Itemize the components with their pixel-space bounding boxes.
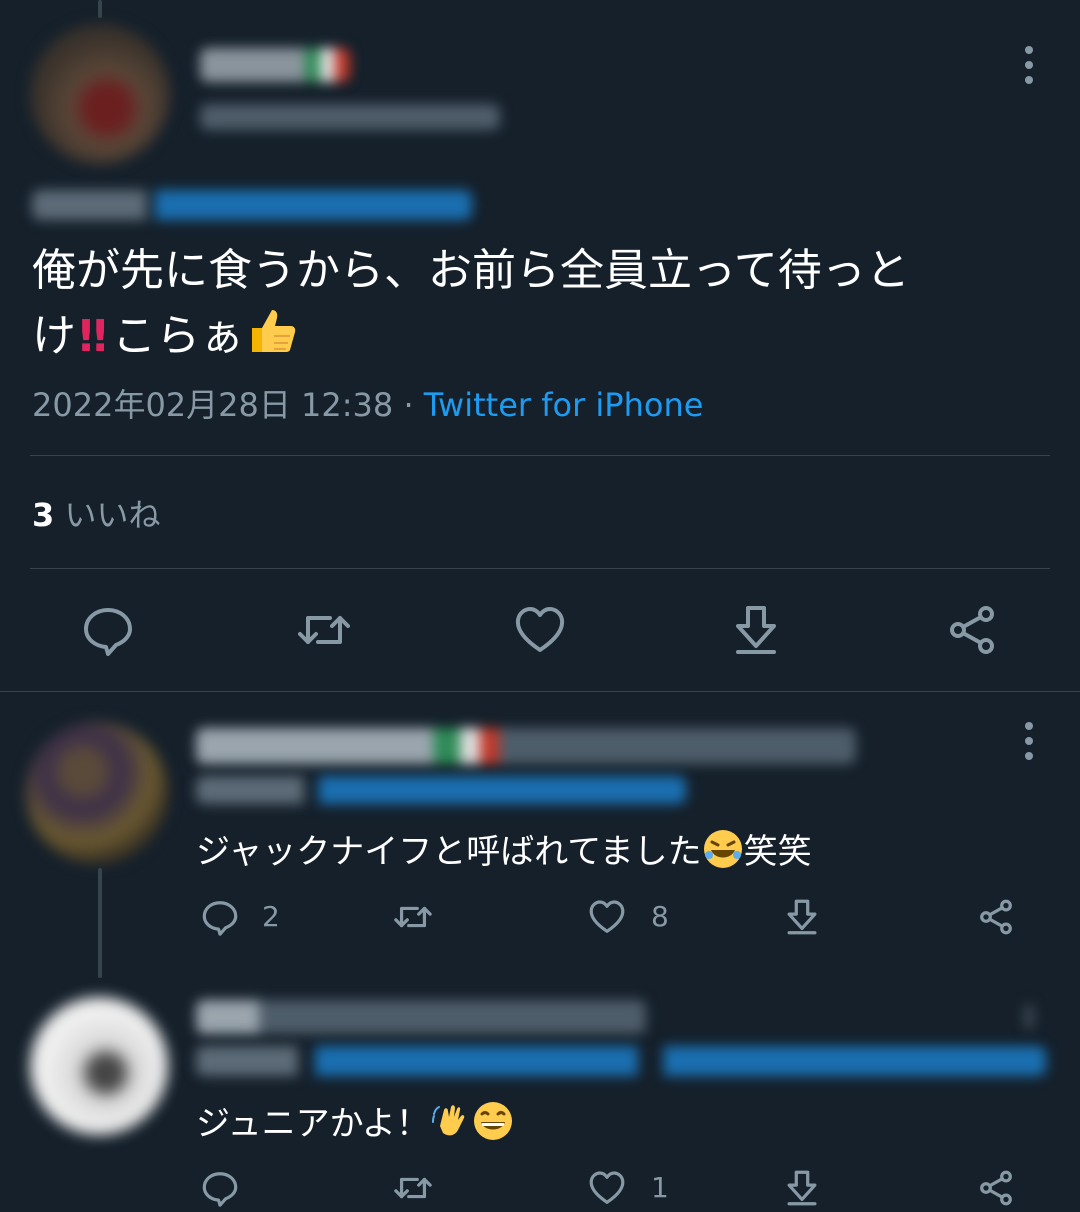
like-count: 8 bbox=[651, 900, 669, 933]
share-download-icon bbox=[787, 899, 817, 935]
tweet-timestamp: 2022年02月28日 12:38 bbox=[32, 386, 394, 424]
retweet-button[interactable] bbox=[392, 1168, 434, 1208]
likes-count: 3 bbox=[32, 496, 55, 534]
reply-text: ジュニアかよ！ bbox=[196, 1096, 514, 1151]
bookmark-download-button[interactable] bbox=[728, 602, 784, 658]
author-display-name[interactable] bbox=[200, 48, 350, 82]
tweet-text: 俺が先に食うから、お前ら全員立って待っと け!! こらぁ bbox=[32, 240, 1042, 375]
thumbs-up-icon bbox=[244, 302, 300, 375]
reply-button[interactable] bbox=[200, 1168, 240, 1208]
reply-avatar[interactable] bbox=[30, 997, 168, 1135]
reply-header bbox=[196, 1000, 646, 1034]
more-options-icon[interactable] bbox=[1024, 46, 1034, 91]
grinning-face-icon bbox=[472, 1100, 514, 1151]
author-avatar[interactable] bbox=[30, 24, 170, 164]
like-count: 1 bbox=[651, 1171, 669, 1204]
reply-text: ジャックナイフと呼ばれてました 笑笑 bbox=[196, 824, 812, 879]
rolling-laughing-icon bbox=[702, 828, 744, 879]
share-button[interactable] bbox=[976, 1168, 1016, 1208]
like-icon bbox=[589, 1171, 625, 1204]
likes-label: いいね bbox=[54, 496, 161, 534]
share-icon bbox=[980, 899, 1012, 935]
reply-count: 2 bbox=[262, 900, 280, 933]
reply-button[interactable] bbox=[80, 602, 136, 658]
retweet-icon bbox=[394, 906, 432, 928]
replying-to-line bbox=[196, 1046, 1046, 1076]
thread-line bbox=[98, 868, 102, 978]
like-button[interactable] bbox=[512, 602, 568, 658]
reply-icon bbox=[84, 608, 132, 656]
waving-hand-icon bbox=[430, 1100, 472, 1151]
retweet-icon bbox=[298, 616, 350, 644]
share-download-icon bbox=[736, 606, 776, 654]
reply-button[interactable] bbox=[200, 897, 240, 937]
bookmark-download-button[interactable] bbox=[782, 1168, 822, 1208]
divider bbox=[30, 455, 1050, 456]
like-icon bbox=[589, 900, 625, 933]
replying-to-line bbox=[196, 776, 686, 804]
like-button[interactable] bbox=[587, 1168, 627, 1208]
tweet-meta: 2022年02月28日 12:38 · Twitter for iPhone bbox=[32, 386, 704, 424]
retweet-icon bbox=[394, 1177, 432, 1199]
more-options-icon[interactable] bbox=[1024, 1004, 1034, 1030]
tweet-source-link[interactable]: Twitter for iPhone bbox=[424, 386, 704, 424]
divider bbox=[30, 568, 1050, 569]
reply-icon bbox=[202, 901, 238, 936]
bookmark-download-button[interactable] bbox=[782, 897, 822, 937]
reply-header bbox=[196, 728, 856, 764]
thread-line-top bbox=[98, 0, 102, 18]
reply-avatar[interactable] bbox=[26, 722, 168, 864]
share-icon bbox=[980, 1170, 1012, 1206]
retweet-button[interactable] bbox=[392, 897, 434, 937]
share-button[interactable] bbox=[976, 897, 1016, 937]
like-button[interactable] bbox=[587, 897, 627, 937]
share-icon bbox=[950, 606, 994, 654]
retweet-button[interactable] bbox=[296, 602, 352, 658]
like-icon bbox=[515, 607, 565, 652]
reply-icon bbox=[202, 1172, 238, 1207]
replying-to-line bbox=[32, 190, 472, 220]
share-download-icon bbox=[787, 1170, 817, 1206]
author-handle bbox=[200, 104, 500, 130]
share-button[interactable] bbox=[944, 602, 1000, 658]
double-exclamation-icon: !! bbox=[76, 310, 110, 362]
likes-summary[interactable]: 3 いいね bbox=[32, 490, 160, 536]
more-options-icon[interactable] bbox=[1024, 722, 1034, 767]
divider bbox=[0, 691, 1080, 692]
